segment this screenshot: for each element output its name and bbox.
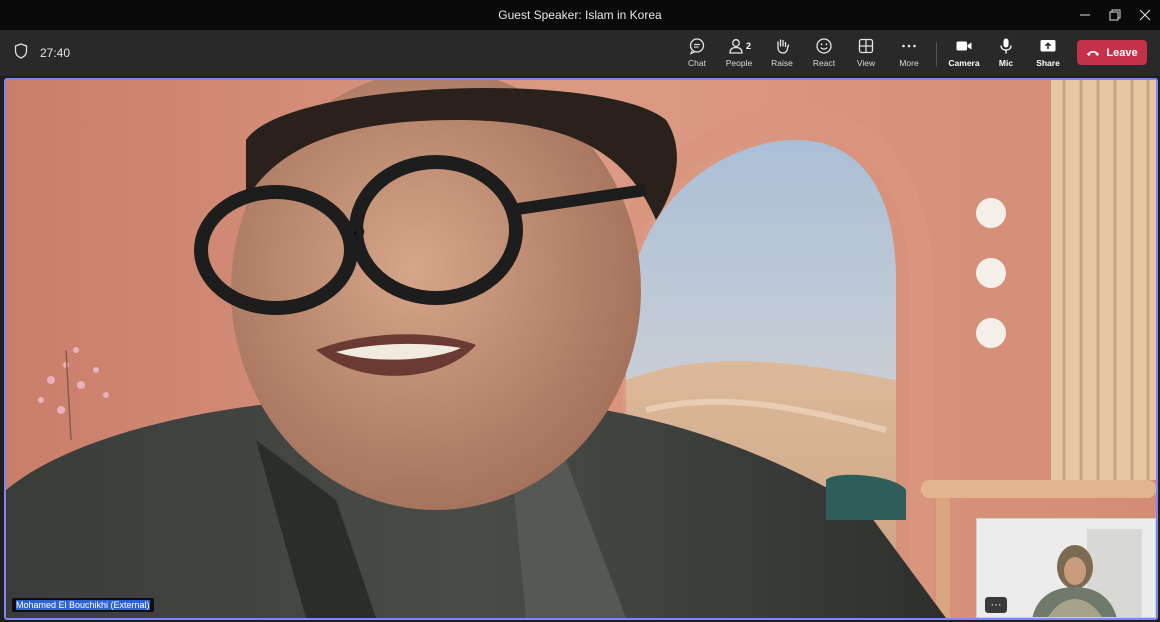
share-screen-icon — [1039, 35, 1057, 57]
mic-button[interactable]: Mic — [986, 35, 1026, 73]
mic-label: Mic — [998, 58, 1014, 68]
grid-view-icon — [857, 35, 875, 57]
minimize-icon[interactable] — [1070, 0, 1100, 30]
people-count: 2 — [745, 41, 751, 51]
leave-label: Leave — [1106, 46, 1138, 59]
chat-button[interactable]: Chat — [677, 35, 717, 73]
smiley-icon — [815, 35, 833, 57]
main-video-stage: Mohamed El Bouchikhi (External) ··· — [4, 78, 1158, 620]
meeting-timer: 27:40 — [40, 46, 71, 60]
camera-icon — [955, 35, 973, 57]
window-controls — [1070, 0, 1160, 30]
raise-label: Raise — [771, 58, 793, 68]
meeting-toolbar: 27:40 Chat 2 People Raise React View Mor… — [0, 30, 1160, 76]
people-label: People — [725, 58, 753, 68]
meeting-info: 27:40 — [14, 30, 70, 76]
camera-label: Camera — [948, 58, 980, 68]
view-label: View — [856, 58, 876, 68]
close-icon[interactable] — [1130, 0, 1160, 30]
speaker-name: Mohamed El Bouchikhi (External) — [16, 600, 150, 610]
window-titlebar: Guest Speaker: Islam in Korea — [0, 0, 1160, 30]
hand-icon — [773, 35, 791, 57]
leave-button[interactable]: Leave — [1077, 40, 1147, 65]
restore-icon[interactable] — [1100, 0, 1130, 30]
toolbar-divider — [936, 42, 937, 66]
react-label: React — [812, 58, 836, 68]
react-button[interactable]: React — [804, 35, 844, 73]
window-title: Guest Speaker: Islam in Korea — [498, 8, 662, 22]
self-view-video[interactable]: ··· — [976, 518, 1156, 618]
shield-icon[interactable] — [14, 42, 28, 64]
view-button[interactable]: View — [846, 35, 886, 73]
microphone-icon — [997, 35, 1015, 57]
share-label: Share — [1036, 58, 1060, 68]
share-button[interactable]: Share — [1028, 35, 1068, 73]
speaker-name-label: Mohamed El Bouchikhi (External) — [12, 598, 154, 612]
chat-icon — [688, 35, 706, 57]
self-view-more-button[interactable]: ··· — [985, 597, 1007, 613]
more-button[interactable]: More — [889, 35, 929, 73]
hang-up-icon — [1087, 50, 1100, 56]
more-dots-icon — [900, 35, 918, 57]
people-button[interactable]: 2 People — [719, 35, 759, 73]
raise-hand-button[interactable]: Raise — [762, 35, 802, 73]
more-label: More — [899, 58, 919, 68]
chat-label: Chat — [688, 58, 706, 68]
people-icon — [729, 39, 743, 54]
camera-button[interactable]: Camera — [944, 35, 984, 73]
